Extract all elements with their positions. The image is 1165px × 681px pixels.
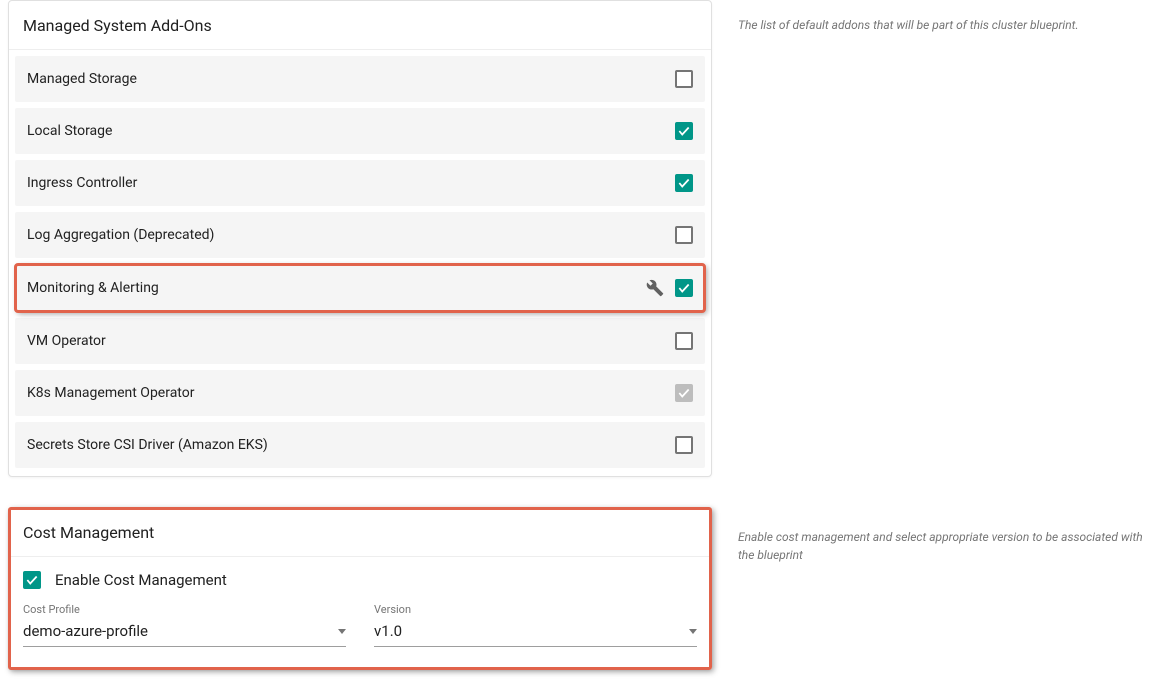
addon-actions [675,226,693,244]
cost-fields-row: Cost Profile demo-azure-profile Version … [23,603,697,647]
addon-label: Monitoring & Alerting [27,280,159,296]
addon-checkbox[interactable] [675,70,693,88]
addon-checkbox[interactable] [675,279,693,297]
addon-row: Local Storage [15,108,705,154]
cost-profile-value: demo-azure-profile [23,622,148,640]
addon-actions [675,174,693,192]
enable-cost-label: Enable Cost Management [55,571,227,589]
cost-description: Enable cost management and select approp… [738,528,1161,564]
addon-actions [675,436,693,454]
addon-actions [645,278,693,298]
addon-actions [675,384,693,402]
addons-list: Managed Storage Local Storage Ingress Cont… [9,50,711,476]
version-select[interactable]: v1.0 [374,618,697,647]
addon-label: Managed Storage [27,71,137,87]
cost-card-header: Cost Management [9,508,711,557]
cost-profile-field-label: Cost Profile [23,603,346,616]
addon-checkbox[interactable] [675,174,693,192]
cost-profile-select[interactable]: demo-azure-profile [23,618,346,647]
enable-cost-row: Enable Cost Management [23,571,697,589]
addon-checkbox [675,384,693,402]
addon-checkbox[interactable] [675,436,693,454]
addon-checkbox[interactable] [675,332,693,350]
cost-card-wrapper: Cost Management Enable Cost Management C… [8,507,712,670]
enable-cost-checkbox[interactable] [23,571,41,589]
cost-card: Cost Management Enable Cost Management C… [8,507,712,670]
cost-card-body: Enable Cost Management Cost Profile demo… [9,557,711,669]
wrench-icon[interactable] [645,278,665,298]
chevron-down-icon [338,629,346,634]
addon-row: K8s Management Operator [15,370,705,416]
addon-actions [675,70,693,88]
addon-label: Ingress Controller [27,175,137,191]
version-field: Version v1.0 [374,603,697,647]
addon-label: Log Aggregation (Deprecated) [27,227,214,243]
addons-card-title: Managed System Add-Ons [23,16,697,35]
addon-label: K8s Management Operator [27,385,194,401]
addon-row: Log Aggregation (Deprecated) [15,212,705,258]
addon-label: Local Storage [27,123,112,139]
version-field-label: Version [374,603,697,616]
addons-card-header: Managed System Add-Ons [9,1,711,50]
addons-card: Managed System Add-Ons Managed Storage Lo… [8,0,712,477]
addon-row: VM Operator [15,318,705,364]
cost-profile-field: Cost Profile demo-azure-profile [23,603,346,647]
addon-actions [675,122,693,140]
addon-actions [675,332,693,350]
addon-label: VM Operator [27,333,106,349]
addon-row: Secrets Store CSI Driver (Amazon EKS) [15,422,705,468]
right-column: The list of default addons that will be … [738,0,1165,670]
addon-row: Managed Storage [15,56,705,102]
addon-checkbox[interactable] [675,122,693,140]
addon-row: Monitoring & Alerting [15,264,705,312]
version-value: v1.0 [374,622,402,640]
cost-card-title: Cost Management [23,523,697,542]
addon-label: Secrets Store CSI Driver (Amazon EKS) [27,437,268,453]
addons-description: The list of default addons that will be … [738,16,1161,34]
chevron-down-icon [689,629,697,634]
addon-checkbox[interactable] [675,226,693,244]
addon-row: Ingress Controller [15,160,705,206]
